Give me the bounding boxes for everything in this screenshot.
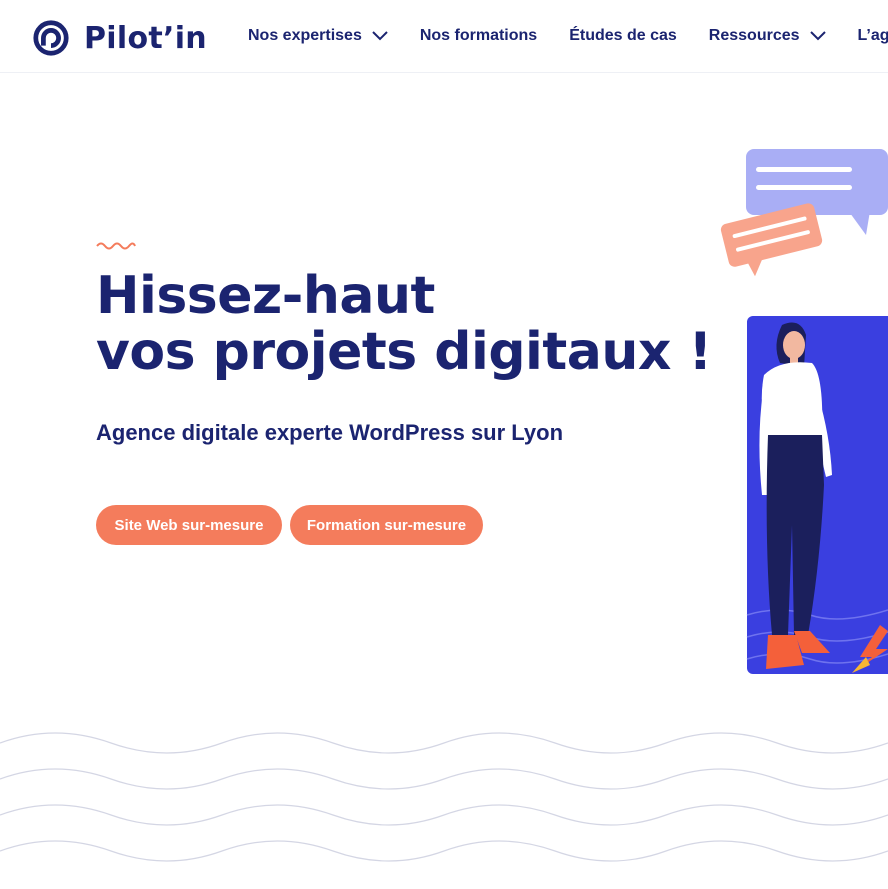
site-web-button[interactable]: Site Web sur-mesure — [96, 505, 282, 545]
nav-item-label: Nos expertises — [248, 27, 362, 44]
decorative-waves — [0, 732, 888, 862]
nav-item-expertises[interactable]: Nos expertises — [248, 27, 388, 45]
formation-button[interactable]: Formation sur-mesure — [290, 505, 483, 545]
speech-bubble-icon — [720, 203, 823, 277]
hero-title-line2: vos projets digitaux ! — [96, 322, 712, 382]
logo-text: Pilot’in — [84, 20, 207, 56]
nav-item-label: Études de cas — [569, 27, 677, 44]
nav-item-agence[interactable]: L’agence — [858, 27, 888, 45]
hero-illustration — [720, 149, 888, 674]
squiggle-icon — [96, 242, 136, 250]
nav-item-label: Ressources — [708, 27, 800, 44]
nav-item-label: Nos formations — [419, 27, 538, 44]
logo-link[interactable]: Pilot’in — [32, 18, 207, 58]
chevron-down-icon — [809, 31, 826, 41]
nav-item-label: L’agence — [857, 27, 888, 44]
main-nav: Nos expertises Nos formations Études de … — [248, 0, 888, 72]
pilotin-logo-icon — [33, 20, 69, 56]
nav-item-formations[interactable]: Nos formations — [420, 27, 537, 45]
hero-title-line1: Hissez-haut — [96, 266, 435, 326]
site-header: Pilot’in Nos expertises Nos formations É… — [0, 0, 888, 73]
nav-item-etudes-de-cas[interactable]: Études de cas — [569, 27, 677, 45]
chevron-down-icon — [372, 31, 388, 41]
hero-subtitle: Agence digitale experte WordPress sur Ly… — [96, 420, 564, 445]
hero-title: Hissez-haut vos projets digitaux ! — [96, 268, 712, 380]
nav-item-ressources[interactable]: Ressources — [709, 27, 826, 45]
